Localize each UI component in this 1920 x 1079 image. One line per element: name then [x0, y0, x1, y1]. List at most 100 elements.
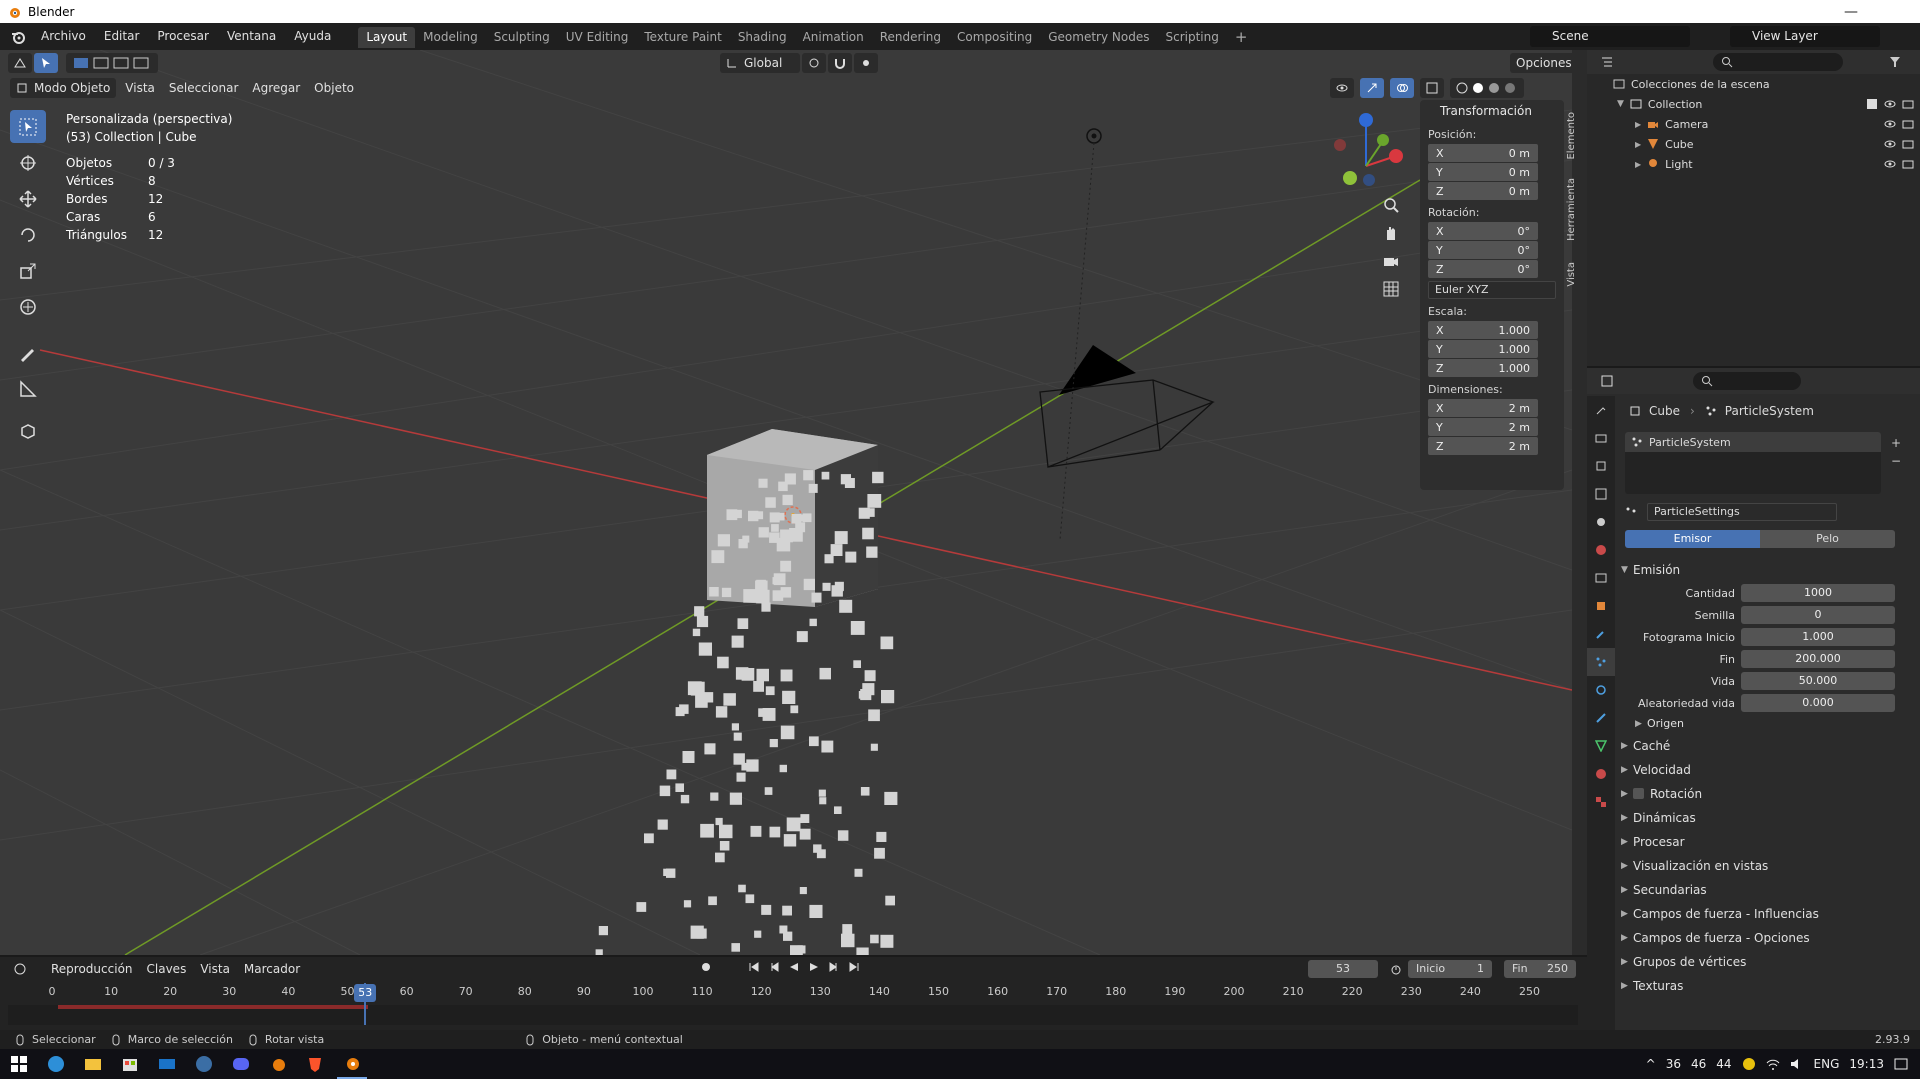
transform-tool[interactable]	[10, 290, 46, 323]
tab-animation[interactable]: Animation	[795, 27, 872, 48]
maximize-button[interactable]	[1830, 0, 1876, 23]
expand-arrow-icon[interactable]: ▶	[1635, 160, 1641, 169]
rotation-mode-dropdown[interactable]: Euler XYZ	[1428, 281, 1556, 299]
section-viewport-display[interactable]: ▶ Visualización en vistas	[1615, 854, 1920, 878]
gizmo-toggle-button[interactable]	[1360, 78, 1384, 98]
sidebar-tab-herramienta[interactable]: Herramienta	[1566, 178, 1580, 241]
zoom-icon[interactable]	[1382, 196, 1400, 214]
tab-render[interactable]	[1587, 424, 1615, 452]
menu-ayuda[interactable]: Ayuda	[285, 23, 340, 50]
tab-physics[interactable]	[1587, 676, 1615, 704]
filter-icon[interactable]	[1889, 56, 1901, 68]
blender-active-taskbar-button[interactable]	[337, 1049, 367, 1079]
lifetime-random-input[interactable]: 0.000	[1741, 694, 1895, 712]
rotate-tool[interactable]	[10, 218, 46, 251]
tab-material[interactable]	[1587, 760, 1615, 788]
camera-render-icon[interactable]	[1902, 138, 1914, 150]
blender-menu-icon[interactable]	[10, 29, 26, 45]
discord-taskbar-button[interactable]	[226, 1049, 256, 1079]
brave-taskbar-button[interactable]	[300, 1049, 330, 1079]
viewport-menu-objeto[interactable]: Objeto	[307, 81, 361, 95]
frame-start-input[interactable]: 1.000	[1741, 628, 1895, 646]
rotation-y-field[interactable]: Y 0°	[1428, 241, 1538, 259]
section-velocity[interactable]: ▶ Velocidad	[1615, 758, 1920, 782]
timeline-menu-keying[interactable]: Claves	[140, 962, 194, 976]
volume-icon[interactable]	[1790, 1057, 1804, 1071]
record-icon[interactable]	[700, 961, 712, 973]
jump-start-icon[interactable]	[748, 961, 760, 973]
viewport-menu-seleccionar[interactable]: Seleccionar	[162, 81, 245, 95]
tab-scripting[interactable]: Scripting	[1157, 27, 1226, 48]
tab-data[interactable]	[1587, 732, 1615, 760]
measure-tool[interactable]	[10, 372, 46, 405]
jump-end-icon[interactable]	[848, 961, 860, 973]
scene-selector[interactable]: Scene	[1530, 26, 1690, 47]
section-textures[interactable]: ▶ Texturas	[1615, 974, 1920, 998]
editor-type-button[interactable]	[8, 53, 32, 73]
rotation-x-field[interactable]: X 0°	[1428, 222, 1538, 240]
scale-y-field[interactable]: Y 1.000	[1428, 340, 1538, 358]
particle-settings-icon[interactable]	[1625, 506, 1637, 518]
next-keyframe-icon[interactable]	[828, 961, 840, 973]
annotate-tool[interactable]	[10, 336, 46, 369]
timeline-editor-icon[interactable]	[14, 963, 26, 975]
emission-panel-header[interactable]: ▼ Emisión	[1615, 558, 1920, 582]
camera-render-icon[interactable]	[1902, 118, 1914, 130]
lifetime-input[interactable]: 50.000	[1741, 672, 1895, 690]
selection-modes[interactable]	[66, 53, 158, 73]
section-rotation[interactable]: ▶ Rotación	[1615, 782, 1920, 806]
mode-dropdown[interactable]: Modo Objeto	[10, 78, 117, 98]
menu-ventana[interactable]: Ventana	[218, 23, 285, 50]
expand-arrow-icon[interactable]: ▶	[1635, 120, 1641, 129]
position-y-field[interactable]: Y0 m	[1428, 163, 1538, 181]
move-tool[interactable]	[10, 182, 46, 215]
viewport-menu-vista[interactable]: Vista	[118, 81, 162, 95]
frame-end-field[interactable]: Fin 250	[1504, 960, 1576, 978]
camera-view-icon[interactable]	[1382, 252, 1400, 270]
scale-x-field[interactable]: X 1.000	[1428, 321, 1538, 339]
rotation-checkbox[interactable]	[1633, 788, 1644, 799]
frame-end-input[interactable]: 200.000	[1741, 650, 1895, 668]
tab-uv-editing[interactable]: UV Editing	[558, 27, 637, 48]
remove-slot-button[interactable]: −	[1891, 454, 1901, 468]
menu-editar[interactable]: Editar	[95, 23, 149, 50]
timeline-track-area[interactable]	[8, 983, 1578, 1025]
outliner-item-camera[interactable]: ▶ Camera	[1587, 114, 1920, 134]
tab-scene[interactable]	[1587, 508, 1615, 536]
view-layer-selector[interactable]: View Layer	[1730, 26, 1880, 47]
add-slot-button[interactable]: +	[1891, 436, 1901, 450]
outliner-search-input[interactable]	[1713, 53, 1843, 71]
shading-modes[interactable]	[1450, 78, 1524, 98]
tab-compositing[interactable]: Compositing	[949, 27, 1040, 48]
seed-input[interactable]: 0	[1741, 606, 1895, 624]
ortho-grid-icon[interactable]	[1382, 280, 1400, 298]
position-x-field[interactable]: X0 m	[1428, 144, 1538, 162]
language-indicator[interactable]: ENG	[1814, 1057, 1840, 1071]
eye-icon[interactable]	[1884, 98, 1896, 110]
tab-geometry-nodes[interactable]: Geometry Nodes	[1040, 27, 1157, 48]
camera-render-icon[interactable]	[1902, 98, 1914, 110]
snap-button[interactable]	[828, 53, 852, 73]
outliner-editor-icon[interactable]	[1601, 56, 1613, 68]
dimension-y-field[interactable]: Y2 m	[1428, 418, 1538, 436]
overlays-toggle-button[interactable]	[1390, 78, 1414, 98]
timeline-menu-view[interactable]: Vista	[193, 962, 237, 976]
tray-app-icon[interactable]	[1742, 1057, 1756, 1071]
tab-particles[interactable]	[1587, 648, 1615, 676]
tab-output[interactable]	[1587, 452, 1615, 480]
stopwatch-icon[interactable]	[1390, 963, 1402, 975]
current-frame-field[interactable]: 53	[1308, 960, 1378, 978]
scale-tool[interactable]	[10, 254, 46, 287]
start-button[interactable]	[4, 1049, 34, 1079]
blender-taskbar-button[interactable]	[263, 1049, 293, 1079]
dimension-z-field[interactable]: Z2 m	[1428, 437, 1538, 455]
origin-subpanel[interactable]: ▶ Origen	[1615, 714, 1920, 734]
sidebar-tab-vista[interactable]: Vista	[1566, 262, 1580, 287]
tab-modeling[interactable]: Modeling	[415, 27, 486, 48]
prev-keyframe-icon[interactable]	[768, 961, 780, 973]
xray-button[interactable]	[1420, 78, 1444, 98]
cursor-tool[interactable]	[10, 146, 46, 179]
timeline-ruler[interactable]: 0 10 20 30 40 50 60 70 80 90 100 110 120 130 140 150 160…	[0, 983, 1587, 1005]
eye-icon[interactable]	[1884, 118, 1896, 130]
outliner-collection[interactable]: ▼ Collection	[1587, 94, 1920, 114]
